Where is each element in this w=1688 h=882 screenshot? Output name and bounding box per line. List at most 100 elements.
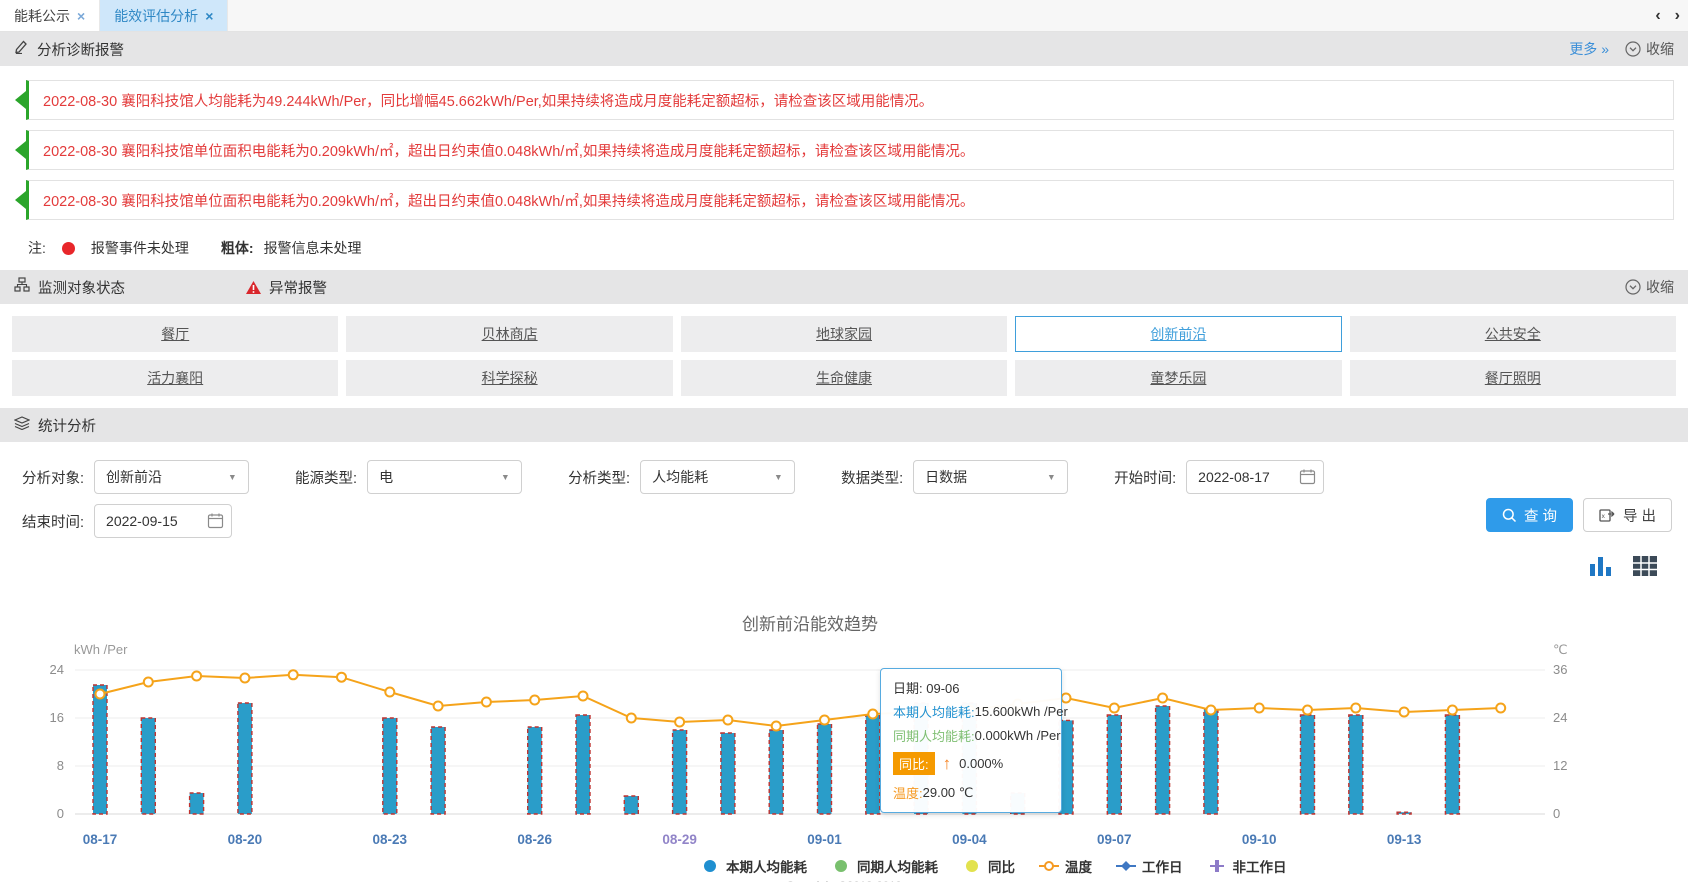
monitor-object-label: 餐厅	[161, 324, 189, 344]
collapse-button[interactable]: 收缩	[1625, 277, 1674, 297]
filter-label: 分析对象:	[22, 467, 84, 488]
monitor-object-button[interactable]: 餐厅	[12, 316, 338, 352]
energy-bar[interactable]	[1349, 715, 1363, 814]
temperature-point[interactable]	[675, 718, 684, 727]
legend-item[interactable]: 同期人均能耗	[831, 856, 938, 876]
temperature-point[interactable]	[820, 716, 829, 725]
temperature-point[interactable]	[868, 710, 877, 719]
filter-label: 开始时间:	[1114, 467, 1176, 488]
energy-bar[interactable]	[576, 715, 590, 814]
energy-bar[interactable]	[1204, 709, 1218, 814]
temperature-point[interactable]	[96, 690, 105, 699]
filter-label: 能源类型:	[295, 467, 357, 488]
collapse-button[interactable]: 收缩	[1625, 39, 1674, 59]
energy-bar[interactable]	[528, 727, 542, 814]
close-icon[interactable]: ×	[77, 8, 85, 24]
monitor-object-button[interactable]: 创新前沿	[1015, 316, 1341, 352]
analysis-type-select[interactable]: 人均能耗 ▼	[640, 460, 795, 494]
temperature-point[interactable]	[1206, 706, 1215, 715]
more-link[interactable]: 更多 »	[1569, 39, 1609, 59]
temperature-point[interactable]	[482, 698, 491, 707]
monitor-object-button[interactable]: 童梦乐园	[1015, 360, 1341, 396]
monitor-object-button[interactable]: 活力襄阳	[12, 360, 338, 396]
energy-bar[interactable]	[93, 685, 107, 814]
data-type-select[interactable]: 日数据 ▼	[913, 460, 1068, 494]
export-button[interactable]: x 导 出	[1583, 498, 1672, 532]
energy-bar[interactable]	[141, 718, 155, 814]
temperature-point[interactable]	[289, 670, 298, 679]
temperature-point[interactable]	[240, 674, 249, 683]
scroll-left-icon[interactable]: ‹	[1655, 7, 1660, 25]
analysis-object-select[interactable]: 创新前沿 ▼	[94, 460, 249, 494]
temperature-point[interactable]	[1400, 708, 1409, 717]
end-date-input[interactable]: 2022-09-15	[94, 504, 232, 538]
temperature-point[interactable]	[1062, 694, 1071, 703]
monitor-object-button[interactable]: 生命健康	[681, 360, 1007, 396]
temperature-point[interactable]	[530, 696, 539, 705]
temperature-point[interactable]	[1496, 704, 1505, 713]
energy-bar[interactable]	[769, 730, 783, 814]
legend-item[interactable]: 非工作日	[1207, 856, 1287, 876]
legend-item[interactable]: 本期人均能耗	[700, 856, 807, 876]
temperature-point[interactable]	[1110, 704, 1119, 713]
energy-bar[interactable]	[383, 718, 397, 814]
tooltip-yoy-value: 0.000%	[959, 756, 1003, 771]
temperature-point[interactable]	[1158, 694, 1167, 703]
alert-row[interactable]: 2022-08-30 襄阳科技馆单位面积电能耗为0.209kWh/㎡，超出日约束…	[26, 130, 1674, 170]
energy-trend-chart[interactable]: 0816240122436kWh /Per℃08-1708-2008-2308-…	[0, 552, 1688, 882]
temperature-point[interactable]	[434, 702, 443, 711]
energy-bar[interactable]	[673, 730, 687, 814]
monitor-object-button[interactable]: 餐厅照明	[1350, 360, 1676, 396]
temperature-point[interactable]	[723, 716, 732, 725]
energy-bar[interactable]	[238, 703, 252, 814]
temperature-point[interactable]	[1448, 706, 1457, 715]
energy-bar[interactable]	[866, 715, 880, 814]
energy-bar[interactable]	[721, 733, 735, 814]
energy-bar[interactable]	[1156, 706, 1170, 814]
x-axis-tick: 08-20	[228, 832, 263, 847]
legend-item[interactable]: 同比	[962, 856, 1015, 876]
legend-item[interactable]: 温度	[1039, 856, 1092, 876]
scroll-right-icon[interactable]: ›	[1675, 7, 1680, 25]
tab-energy-publicity[interactable]: 能耗公示 ×	[0, 0, 100, 31]
temperature-point[interactable]	[385, 688, 394, 697]
chevron-down-icon: ▼	[228, 472, 237, 482]
monitor-object-button[interactable]: 科学探秘	[346, 360, 672, 396]
page-footer: Copyright ©2013-2019	[0, 878, 1688, 882]
temperature-point[interactable]	[627, 714, 636, 723]
energy-bar[interactable]	[1445, 715, 1459, 814]
energy-bar[interactable]	[1301, 715, 1315, 814]
monitor-object-button[interactable]: 公共安全	[1350, 316, 1676, 352]
tab-efficiency-analysis[interactable]: 能效评估分析 ×	[100, 0, 228, 31]
legend-item[interactable]: 工作日	[1116, 856, 1183, 876]
x-axis-tick: 09-01	[807, 832, 842, 847]
close-icon[interactable]: ×	[205, 8, 213, 24]
energy-bar[interactable]	[431, 727, 445, 814]
energy-bar[interactable]	[1107, 715, 1121, 814]
temperature-point[interactable]	[772, 722, 781, 731]
dot-marker-icon	[962, 859, 982, 873]
energy-bar[interactable]	[818, 724, 832, 814]
energy-bar[interactable]	[190, 793, 204, 814]
alerts-note: 注: 报警事件未处理 粗体: 报警信息未处理	[26, 230, 1674, 264]
temperature-point[interactable]	[1351, 704, 1360, 713]
temperature-point[interactable]	[144, 678, 153, 687]
table-view-icon[interactable]	[1632, 554, 1658, 583]
monitor-object-button[interactable]: 地球家园	[681, 316, 1007, 352]
temperature-point[interactable]	[1255, 704, 1264, 713]
temperature-point[interactable]	[192, 672, 201, 681]
temperature-point[interactable]	[1303, 706, 1312, 715]
temperature-point[interactable]	[579, 692, 588, 701]
alert-row[interactable]: 2022-08-30 襄阳科技馆单位面积电能耗为0.209kWh/㎡，超出日约束…	[26, 180, 1674, 220]
query-button[interactable]: 查 询	[1486, 498, 1573, 532]
energy-bar[interactable]	[1397, 812, 1411, 814]
start-date-input[interactable]: 2022-08-17	[1186, 460, 1324, 494]
energy-type-select[interactable]: 电 ▼	[367, 460, 522, 494]
temperature-point[interactable]	[337, 673, 346, 682]
bar-chart-view-icon[interactable]	[1588, 554, 1614, 583]
monitor-object-button[interactable]: 贝林商店	[346, 316, 672, 352]
tab-label: 能效评估分析	[114, 6, 198, 26]
energy-bar[interactable]	[624, 796, 638, 814]
y-left-tick: 8	[57, 758, 64, 773]
alert-row[interactable]: 2022-08-30 襄阳科技馆人均能耗为49.244kWh/Per，同比增幅4…	[26, 80, 1674, 120]
